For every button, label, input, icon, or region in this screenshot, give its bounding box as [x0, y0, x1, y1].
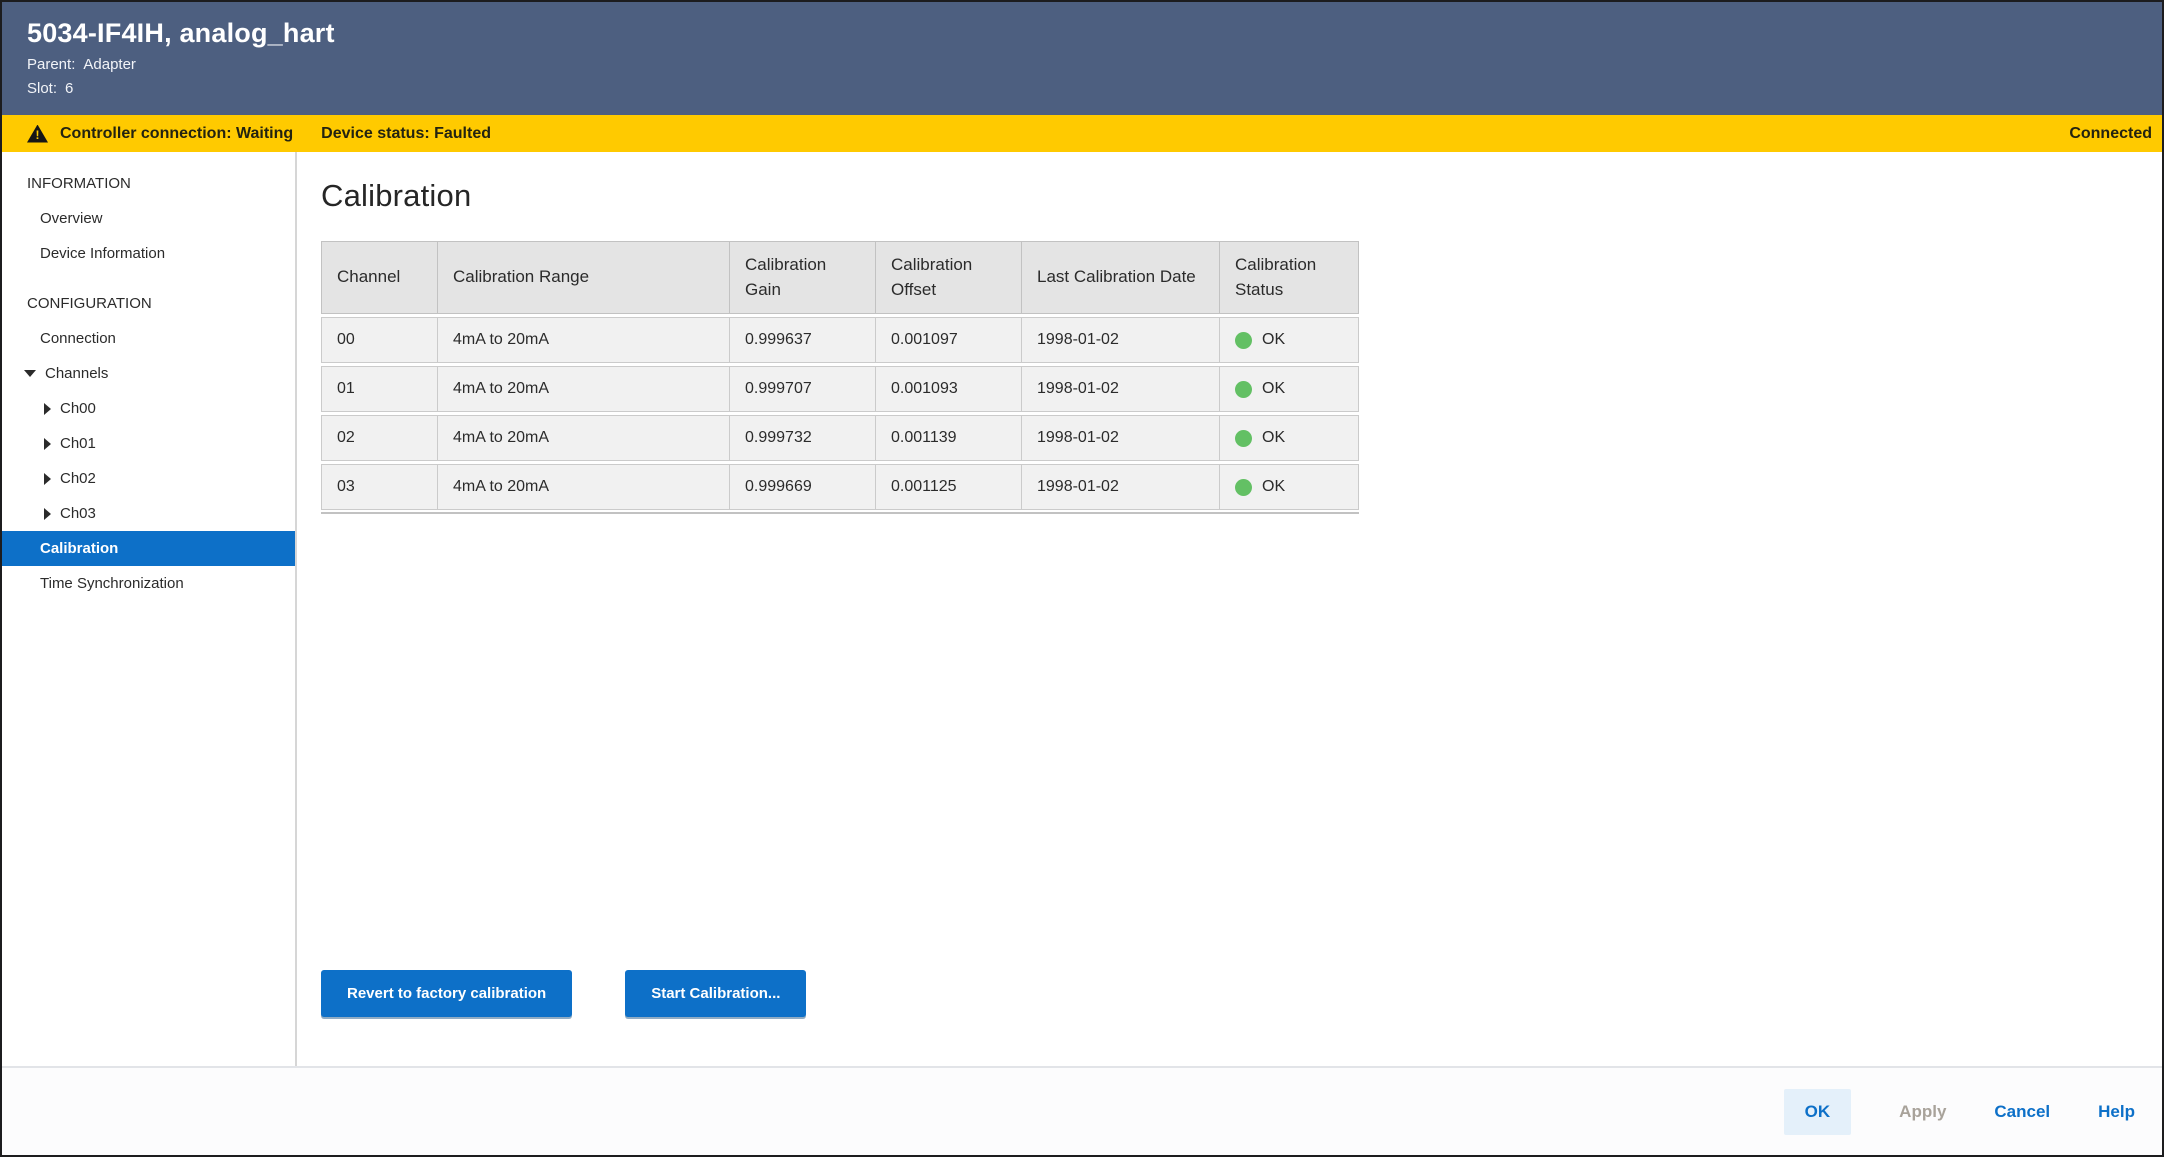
apply-button[interactable]: Apply — [1899, 1102, 1946, 1122]
calibration-actions: Revert to factory calibration Start Cali… — [321, 970, 806, 1017]
content-area: INFORMATION Overview Device Information … — [2, 152, 2162, 1066]
column-header-calibration-offset: Calibration Offset — [875, 242, 1021, 313]
cell-date: 1998-01-02 — [1021, 465, 1219, 509]
cell-offset: 0.001097 — [875, 318, 1021, 362]
module-properties-window: 5034-IF4IH, analog_hart Parent: Adapter S… — [0, 0, 2164, 1157]
cell-range: 4mA to 20mA — [437, 416, 729, 460]
sidebar-nav: INFORMATION Overview Device Information … — [2, 152, 297, 1066]
sidebar-item-ch00-label: Ch00 — [60, 400, 96, 417]
column-header-calibration-status: Calibration Status — [1219, 242, 1360, 313]
window-title: 5034-IF4IH, analog_hart — [27, 18, 2162, 49]
cell-offset: 0.001093 — [875, 367, 1021, 411]
sidebar-item-ch01-label: Ch01 — [60, 435, 96, 452]
sidebar-item-channels-label: Channels — [45, 365, 108, 382]
sidebar-item-time-synchronization[interactable]: Time Synchronization — [2, 566, 295, 601]
cell-gain: 0.999669 — [729, 465, 875, 509]
status-label: OK — [1262, 478, 1285, 496]
page-title: Calibration — [321, 178, 2162, 214]
cell-gain: 0.999707 — [729, 367, 875, 411]
status-label: OK — [1262, 380, 1285, 398]
parent-value: Adapter — [83, 56, 136, 73]
status-ok-icon — [1235, 479, 1252, 496]
cell-channel: 03 — [322, 465, 437, 509]
sidebar-item-device-information[interactable]: Device Information — [2, 236, 295, 271]
cell-range: 4mA to 20mA — [437, 318, 729, 362]
sidebar-item-ch03[interactable]: Ch03 — [2, 496, 295, 531]
controller-connection-status: Controller connection: Waiting — [60, 125, 293, 143]
cell-date: 1998-01-02 — [1021, 367, 1219, 411]
sidebar-section-gap — [2, 271, 295, 286]
titlebar: 5034-IF4IH, analog_hart Parent: Adapter S… — [2, 2, 2162, 115]
cell-offset: 0.001139 — [875, 416, 1021, 460]
sidebar-item-overview[interactable]: Overview — [2, 201, 295, 236]
slot-value: 6 — [65, 80, 73, 97]
sidebar-item-ch00[interactable]: Ch00 — [2, 391, 295, 426]
chevron-right-icon[interactable] — [44, 508, 51, 520]
cell-channel: 01 — [322, 367, 437, 411]
status-alert-bar: Controller connection: Waiting Device st… — [2, 115, 2162, 152]
chevron-right-icon[interactable] — [44, 473, 51, 485]
cell-gain: 0.999732 — [729, 416, 875, 460]
cell-channel: 00 — [322, 318, 437, 362]
sidebar-item-ch02-label: Ch02 — [60, 470, 96, 487]
column-header-calibration-range: Calibration Range — [437, 242, 729, 313]
chevron-right-icon[interactable] — [44, 403, 51, 415]
warning-icon — [27, 125, 48, 143]
calibration-page: Calibration Channel Calibration Range Ca… — [297, 152, 2162, 1066]
status-label: OK — [1262, 331, 1285, 349]
chevron-down-icon[interactable] — [24, 370, 36, 377]
table-header-row: Channel Calibration Range Calibration Ga… — [321, 241, 1359, 314]
sidebar-item-ch01[interactable]: Ch01 — [2, 426, 295, 461]
cell-date: 1998-01-02 — [1021, 416, 1219, 460]
cell-range: 4mA to 20mA — [437, 465, 729, 509]
cell-status: OK — [1219, 318, 1360, 362]
sidebar-item-connection[interactable]: Connection — [2, 321, 295, 356]
column-header-channel: Channel — [322, 242, 437, 313]
sidebar-item-channels[interactable]: Channels — [2, 356, 295, 391]
sidebar-section-configuration: CONFIGURATION — [2, 286, 295, 321]
slot-label: Slot: — [27, 80, 57, 97]
sidebar-section-information: INFORMATION — [2, 166, 295, 201]
cell-gain: 0.999637 — [729, 318, 875, 362]
sidebar-item-calibration[interactable]: Calibration — [2, 531, 295, 566]
status-ok-icon — [1235, 430, 1252, 447]
parent-line: Parent: Adapter — [27, 56, 2162, 73]
sidebar-item-ch02[interactable]: Ch02 — [2, 461, 295, 496]
help-button[interactable]: Help — [2098, 1102, 2135, 1122]
revert-to-factory-calibration-button[interactable]: Revert to factory calibration — [321, 970, 572, 1017]
column-header-calibration-gain: Calibration Gain — [729, 242, 875, 313]
parent-label: Parent: — [27, 56, 75, 73]
status-ok-icon — [1235, 332, 1252, 349]
dialog-footer: OK Apply Cancel Help — [2, 1066, 2162, 1155]
cell-range: 4mA to 20mA — [437, 367, 729, 411]
device-status: Device status: Faulted — [321, 125, 491, 143]
calibration-table: Channel Calibration Range Calibration Ga… — [321, 241, 1359, 514]
chevron-right-icon[interactable] — [44, 438, 51, 450]
cell-status: OK — [1219, 465, 1360, 509]
status-ok-icon — [1235, 381, 1252, 398]
slot-line: Slot: 6 — [27, 80, 2162, 97]
table-row: 01 4mA to 20mA 0.999707 0.001093 1998-01… — [321, 366, 1359, 412]
start-calibration-button[interactable]: Start Calibration... — [625, 970, 806, 1017]
connection-state-badge: Connected — [2069, 125, 2152, 143]
cell-channel: 02 — [322, 416, 437, 460]
cell-date: 1998-01-02 — [1021, 318, 1219, 362]
status-label: OK — [1262, 429, 1285, 447]
cell-status: OK — [1219, 416, 1360, 460]
cancel-button[interactable]: Cancel — [1994, 1102, 2050, 1122]
column-header-last-calibration-date: Last Calibration Date — [1021, 242, 1219, 313]
cell-status: OK — [1219, 367, 1360, 411]
table-row: 02 4mA to 20mA 0.999732 0.001139 1998-01… — [321, 415, 1359, 461]
sidebar-item-ch03-label: Ch03 — [60, 505, 96, 522]
cell-offset: 0.001125 — [875, 465, 1021, 509]
table-row: 00 4mA to 20mA 0.999637 0.001097 1998-01… — [321, 317, 1359, 363]
table-row: 03 4mA to 20mA 0.999669 0.001125 1998-01… — [321, 464, 1359, 510]
ok-button[interactable]: OK — [1784, 1089, 1852, 1135]
